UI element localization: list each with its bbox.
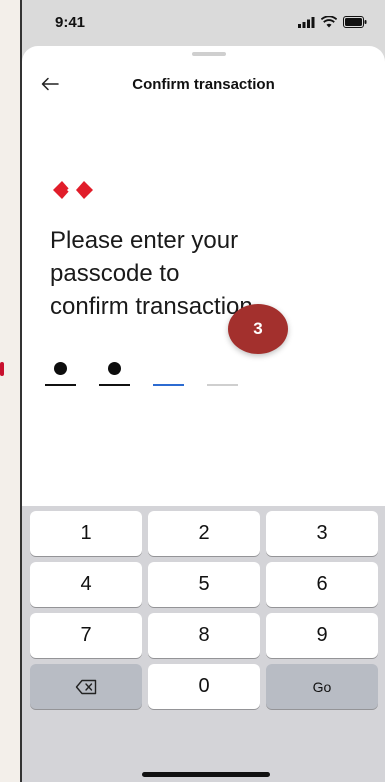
numeric-keypad: 1 2 3 4 5 6 7 8 9 0 Go [22,506,385,782]
key-1[interactable]: 1 [30,511,142,556]
key-2[interactable]: 2 [148,511,260,556]
pin-dot [108,362,121,375]
key-4[interactable]: 4 [30,562,142,607]
wifi-icon [321,16,337,28]
phone-frame: 9:41 Confirm transaction Please enter yo… [22,0,385,782]
pin-dot [54,362,67,375]
pin-slot-3 [153,352,184,386]
key-7[interactable]: 7 [30,613,142,658]
pin-slot-2 [99,352,130,386]
sheet-grabber[interactable] [192,52,226,56]
page-title: Confirm transaction [132,76,275,93]
key-0[interactable]: 0 [148,664,260,709]
key-3[interactable]: 3 [266,511,378,556]
heading-line-1: Please enter your [50,227,239,254]
brand-logo [53,181,93,199]
heading-line-3: confirm transaction [50,293,253,320]
signal-icon [298,16,315,28]
phone-frame-edge [20,0,22,782]
instruction-heading: Please enter your passcode to confirm tr… [50,224,370,323]
go-key[interactable]: Go [266,664,378,709]
key-8[interactable]: 8 [148,613,260,658]
left-accent-mark [0,362,4,376]
key-6[interactable]: 6 [266,562,378,607]
pin-underline [99,384,130,386]
header: Confirm transaction [22,70,385,100]
heading-line-2: passcode to [50,260,180,287]
battery-icon [343,16,367,28]
pin-underline-empty [207,384,238,386]
step-badge: 3 [228,304,288,354]
status-time: 9:41 [55,14,86,31]
pin-slot-1 [45,352,76,386]
key-9[interactable]: 9 [266,613,378,658]
backspace-key[interactable] [30,664,142,709]
key-5[interactable]: 5 [148,562,260,607]
backspace-icon [75,679,97,694]
passcode-input[interactable] [45,352,238,386]
status-icons [298,16,367,28]
status-bar: 9:41 [22,0,385,46]
modal-sheet: Confirm transaction Please enter your pa… [22,46,385,782]
pin-underline [45,384,76,386]
home-indicator [142,772,270,777]
pin-underline-active [153,384,184,386]
pin-slot-4 [207,352,238,386]
